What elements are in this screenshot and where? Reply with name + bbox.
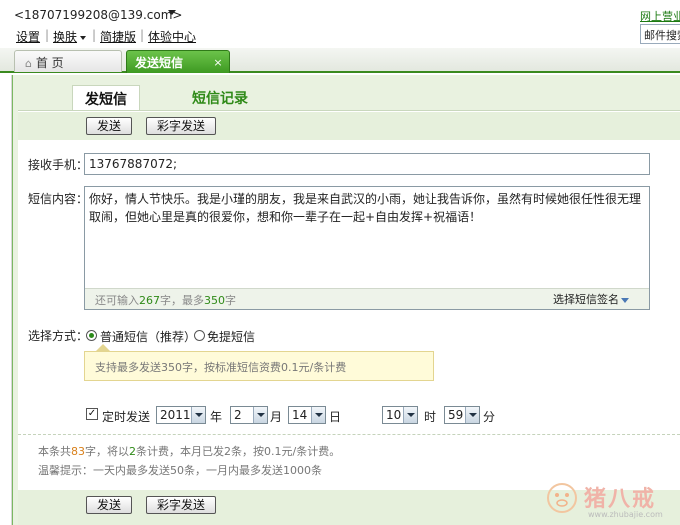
max-count: 350	[204, 294, 225, 307]
phone-input[interactable]: 13767887072;	[84, 153, 650, 175]
summary-part-2: 字，将以	[85, 445, 129, 458]
summary-part-1: 本条共	[38, 445, 71, 458]
watermark-text: 猪八戒	[584, 487, 657, 512]
summary-part-3: 条计费，本月已发2条，按0.1元/条计费。	[136, 445, 341, 458]
phone-label: 接收手机：	[28, 158, 89, 172]
minute-select[interactable]: 59	[444, 406, 480, 424]
month-select[interactable]: 2	[230, 406, 268, 424]
schedule-label: 定时发送	[102, 410, 151, 424]
remain-suffix: 字	[225, 294, 236, 307]
method-label: 选择方式：	[28, 329, 89, 343]
char-count: 83	[71, 445, 85, 458]
schedule-checkbox[interactable]: ✓	[86, 408, 98, 420]
send-button[interactable]: 发送	[86, 117, 132, 135]
content-label: 短信内容：	[28, 192, 89, 206]
minute-value: 59	[448, 408, 464, 422]
billing-summary: 本条共83字，将以2条计费，本月已发2条，按0.1元/条计费。	[38, 443, 340, 459]
chevron-down-icon	[80, 35, 87, 40]
year-value: 2011	[160, 408, 191, 422]
content-text: 你好，情人节快乐。我是小瑾的朋友，我是来自武汉的小雨，她让我告诉你，虽然有时候她…	[89, 192, 642, 224]
send-button-bottom[interactable]: 发送	[86, 496, 132, 514]
day-select[interactable]: 14	[288, 406, 326, 424]
triangle-down-icon	[621, 297, 629, 303]
minute-unit: 分	[483, 410, 496, 424]
remain-mid: 字，最多	[160, 294, 204, 307]
menu-skin-label: 换肤	[53, 30, 78, 44]
radio-free-sms[interactable]	[194, 330, 205, 341]
message-count: 2	[129, 445, 136, 458]
account-chevron-down-icon[interactable]	[168, 10, 176, 15]
tip-arrow	[96, 344, 110, 351]
mail-search-box[interactable]: 邮件搜索	[640, 24, 680, 44]
menu-divider: |	[140, 28, 145, 42]
month-value: 2	[234, 408, 242, 422]
watermark-url: www.zhubajie.com	[588, 510, 663, 519]
color-send-button[interactable]: 彩字发送	[146, 117, 216, 135]
signature-label: 选择短信签名	[553, 293, 619, 306]
hour-unit: 时	[424, 410, 437, 424]
online-business-link[interactable]: 网上营业	[640, 8, 680, 24]
chevron-down-icon	[311, 407, 325, 423]
menu-divider: |	[92, 28, 97, 42]
remain-prefix: 还可输入	[95, 294, 139, 307]
free-sms-label: 免提短信	[207, 330, 256, 344]
remain-count: 267	[139, 294, 160, 307]
hour-select[interactable]: 10	[382, 406, 418, 424]
normal-sms-label: 普通短信（推荐）	[100, 330, 197, 344]
menu-settings[interactable]: 设置	[16, 28, 40, 45]
radio-normal-sms[interactable]	[86, 330, 97, 341]
menu-simple-version[interactable]: 简捷版	[100, 28, 136, 45]
subtab-send-sms[interactable]: 发短信	[72, 85, 140, 111]
signature-select[interactable]: 选择短信签名	[553, 291, 629, 307]
menu-experience-center[interactable]: 体验中心	[148, 28, 196, 45]
method-tip: 支持最多发送350字，按标准短信资费0.1元/条计费	[84, 351, 434, 381]
month-unit: 月	[270, 410, 283, 424]
day-value: 14	[292, 408, 308, 422]
chevron-down-icon	[403, 407, 417, 423]
day-unit: 日	[329, 410, 342, 424]
chevron-down-icon	[191, 407, 205, 423]
chevron-down-icon	[253, 407, 267, 423]
account-email[interactable]: <18707199208@139.com>	[14, 8, 182, 22]
summary-divider	[18, 434, 680, 435]
menu-skin[interactable]: 换肤	[53, 28, 87, 45]
warm-tip: 温馨提示：一天内最多发送50条，一月内最多发送1000条	[38, 464, 322, 477]
chevron-down-icon	[465, 407, 479, 423]
year-unit: 年	[210, 410, 223, 424]
hour-value: 10	[386, 408, 402, 422]
menu-divider: |	[45, 28, 50, 42]
tab-home-label: 首 页	[35, 56, 64, 70]
color-send-button-bottom[interactable]: 彩字发送	[146, 496, 216, 514]
tab-home[interactable]: ⌂ 首 页	[14, 50, 122, 72]
close-icon[interactable]: ×	[212, 57, 224, 69]
subtab-sms-records[interactable]: 短信记录	[192, 88, 248, 108]
char-counter: 还可输入267字，最多350字	[95, 292, 236, 308]
left-sidebar-edge	[0, 75, 12, 525]
year-select[interactable]: 2011	[156, 406, 206, 424]
home-icon: ⌂	[25, 57, 32, 70]
